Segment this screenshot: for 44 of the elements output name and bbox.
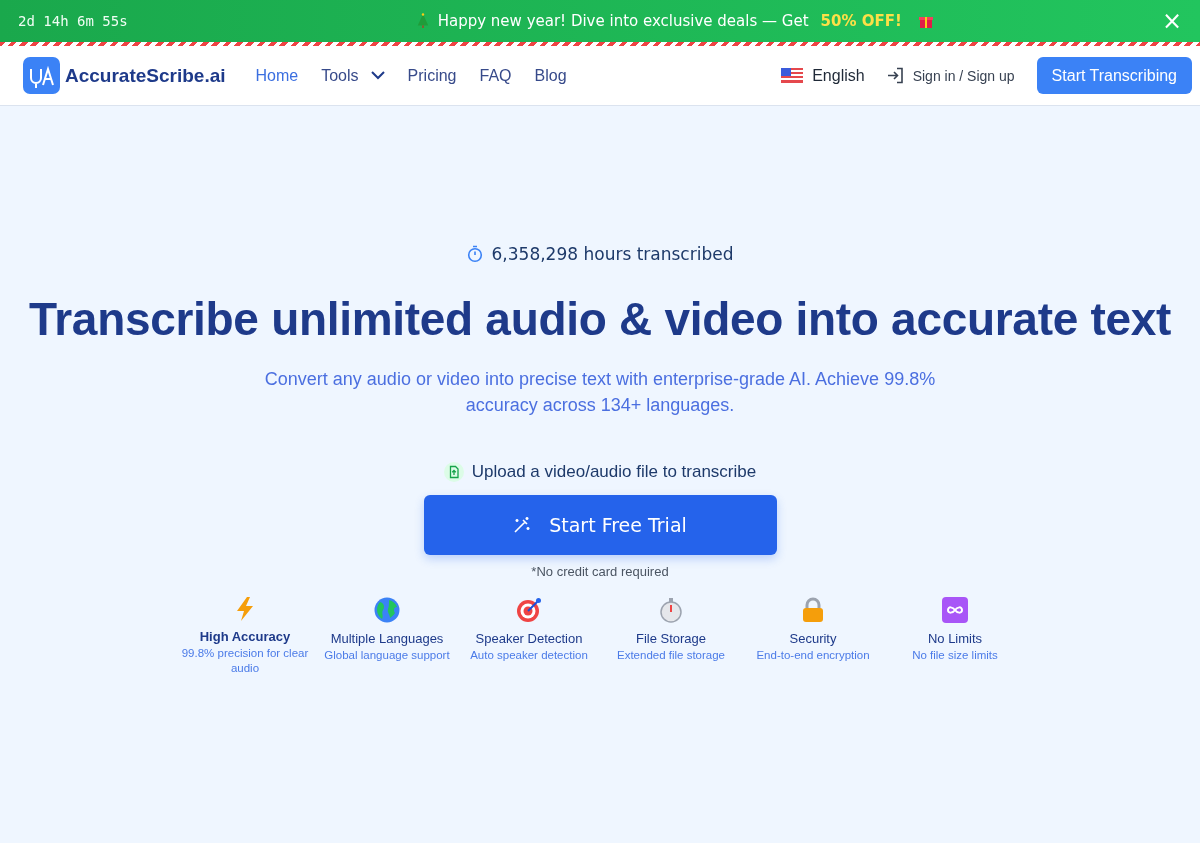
infinity-icon bbox=[942, 597, 968, 623]
stopwatch-icon bbox=[466, 245, 483, 263]
language-selector[interactable]: English bbox=[781, 66, 865, 85]
lock-icon bbox=[802, 597, 824, 623]
feature-title: No Limits bbox=[927, 631, 983, 646]
hero-title: Transcribe unlimited audio & video into accurate text bbox=[29, 292, 1171, 346]
hero-subtitle: Convert any audio or video into precise text with enterprise-grade AI. Achieve 99.8% accuracy across 134+ languages. bbox=[263, 368, 937, 417]
feature-description: Global language support bbox=[324, 648, 450, 663]
tree-icon bbox=[415, 13, 430, 29]
feature-title: Speaker Detection bbox=[475, 631, 583, 646]
promo-message: Happy new year! Dive into exclusive deals — Get bbox=[437, 12, 809, 30]
feature-description: 99.8% precision for clear audio bbox=[181, 646, 309, 676]
no-credit-card-note: *No credit card required bbox=[531, 564, 669, 579]
magic-wand-icon bbox=[513, 516, 532, 534]
nav-link[interactable]: Home bbox=[255, 66, 299, 85]
feature-title: High Accuracy bbox=[199, 629, 291, 644]
feature-title: Multiple Languages bbox=[330, 631, 444, 646]
globe-icon bbox=[374, 597, 400, 623]
countdown-timer: 2d 14h 6m 55s bbox=[18, 13, 128, 29]
chevron-down-icon bbox=[370, 71, 385, 80]
flag-icon bbox=[781, 68, 804, 83]
stopwatch-icon bbox=[659, 597, 683, 623]
nav-link[interactable]: FAQ bbox=[479, 66, 512, 85]
start-transcribing-button[interactable]: Start Transcribing bbox=[1036, 57, 1192, 94]
nav-link[interactable]: Tools bbox=[321, 66, 385, 85]
nav-link[interactable]: Blog bbox=[534, 66, 567, 85]
logo-icon bbox=[23, 57, 60, 94]
discount-text: 50% OFF! bbox=[820, 12, 902, 30]
feature-description: Extended file storage bbox=[616, 648, 725, 663]
file-upload-icon bbox=[443, 462, 464, 482]
sign-in-link[interactable]: Sign in / Sign up bbox=[886, 67, 1015, 84]
brand-name: AccurateScribe.ai bbox=[65, 64, 226, 87]
upload-label: Upload a video/audio file to transcribe bbox=[471, 462, 757, 482]
hours-transcribed: 6,358,298 hours transcribed bbox=[491, 244, 734, 264]
sign-in-icon bbox=[886, 67, 904, 84]
feature-description: No file size limits bbox=[912, 648, 998, 663]
feature-description: End-to-end encryption bbox=[756, 648, 870, 663]
nav-link[interactable]: Pricing bbox=[407, 66, 457, 85]
start-free-trial-button[interactable]: Start Free Trial bbox=[423, 495, 777, 555]
feature-title: Security bbox=[789, 631, 837, 646]
feature-description: Auto speaker detection bbox=[470, 648, 588, 663]
feature-title: File Storage bbox=[635, 631, 707, 646]
lightning-icon bbox=[234, 597, 256, 621]
target-icon bbox=[516, 597, 542, 623]
